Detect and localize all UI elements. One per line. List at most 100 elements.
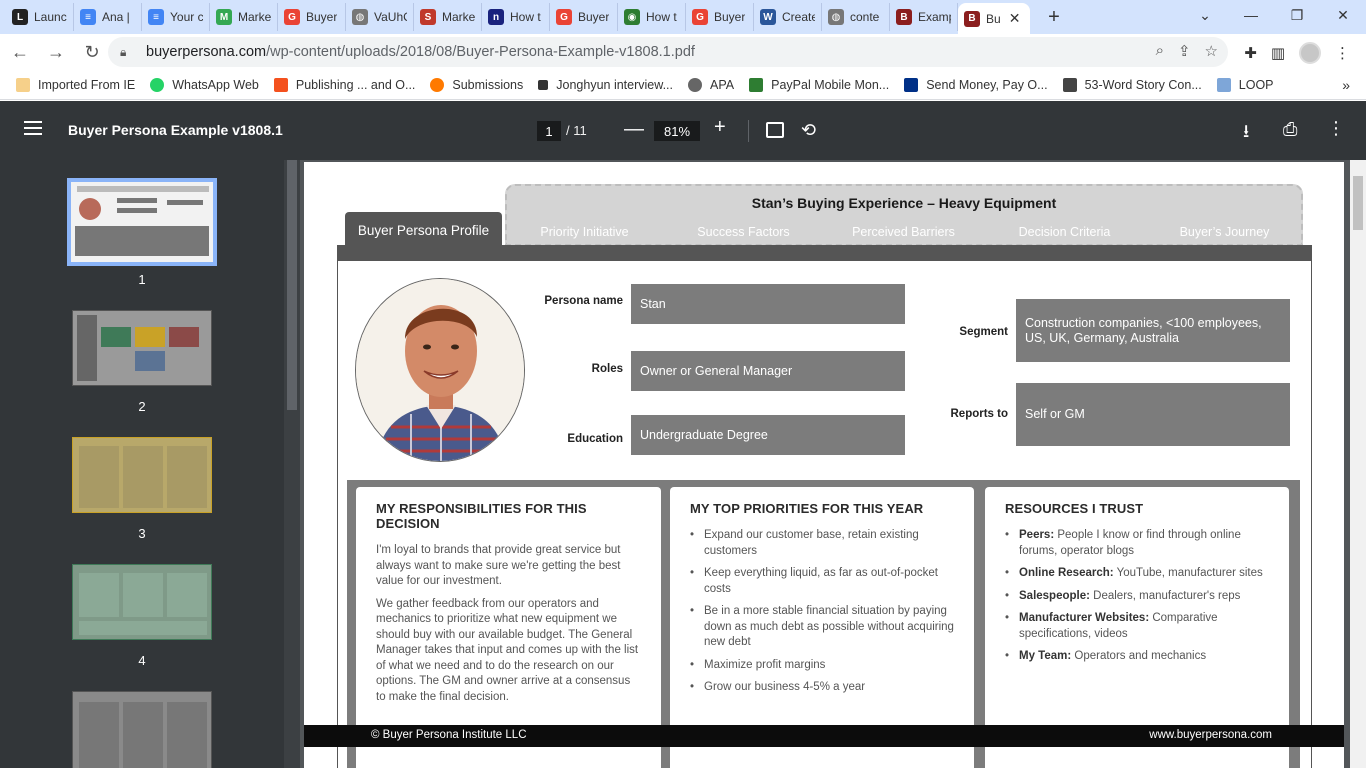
rotate-icon[interactable]: ⟲ — [801, 120, 816, 141]
bookmark-item[interactable]: 53-Word Story Con... — [1062, 77, 1202, 92]
share-icon[interactable]: ⇪ — [1178, 42, 1191, 60]
new-tab-button[interactable]: + — [1040, 3, 1068, 31]
profile-avatar[interactable] — [1299, 42, 1321, 64]
persona-portrait-illustration — [356, 279, 524, 461]
pdf-page: Stan’s Buying Experience – Heavy Equipme… — [304, 162, 1344, 768]
bookmark-item[interactable]: Submissions — [430, 77, 523, 92]
responsibilities-paragraph: I'm loyal to brands that provide great s… — [376, 544, 621, 587]
thumb-block — [135, 351, 165, 371]
zoom-icon[interactable]: ⌕ — [1156, 42, 1164, 60]
bookmark-item[interactable]: Publishing ... and O... — [273, 77, 415, 92]
resources-list: Peers: People I know or find through onl… — [1005, 528, 1269, 665]
page-number-input[interactable]: 1 — [537, 121, 561, 141]
browser-toolbar: ← → ↻ 🔒︎ buyerpersona.com/wp-content/upl… — [0, 34, 1366, 70]
extensions-puzzle-icon[interactable]: ✚ — [1244, 44, 1257, 62]
lock-icon[interactable]: 🔒︎ — [120, 45, 134, 60]
sidebar-scrollbar[interactable] — [284, 160, 300, 768]
page-thumbnail[interactable] — [72, 437, 212, 513]
forward-icon[interactable]: → — [40, 36, 72, 68]
document-scroll-thumb[interactable] — [1353, 176, 1363, 230]
google-favicon-icon: G — [284, 9, 300, 25]
thumb-block — [169, 327, 199, 347]
thumb-field — [167, 200, 203, 205]
zoom-in-button[interactable]: + — [714, 116, 726, 139]
bookmarks-overflow-icon[interactable]: » — [1342, 77, 1350, 93]
footer-copyright: © Buyer Persona Institute LLC — [371, 729, 527, 741]
thumb-block — [101, 327, 131, 347]
browser-tab[interactable]: ≡ Ana | — [74, 3, 142, 31]
close-tab-icon[interactable]: ✕ — [1009, 10, 1021, 27]
bookmark-star-icon[interactable]: ☆ — [1205, 42, 1218, 60]
tab-favicon-icon: M — [216, 9, 232, 25]
print-icon[interactable]: ⎙ — [1283, 119, 1297, 140]
dots-icon — [538, 79, 549, 90]
browser-tab[interactable]: n How t — [482, 3, 550, 31]
browser-tab[interactable]: G Buyer — [686, 3, 754, 31]
browser-tab[interactable]: M Marke — [210, 3, 278, 31]
bookmark-item[interactable]: PayPal Mobile Mon... — [749, 77, 889, 92]
page-thumbnail[interactable] — [72, 564, 212, 640]
thumb-sidebar — [77, 315, 97, 381]
sidebar-scroll-thumb[interactable] — [287, 160, 297, 410]
url-path: /wp-content/uploads/2018/08/Buyer-Person… — [266, 44, 695, 60]
thumb-photo — [79, 198, 101, 220]
word-favicon-icon: W — [760, 9, 776, 25]
reload-icon[interactable]: ↻ — [76, 36, 108, 68]
browser-tab[interactable]: G Buyer — [550, 3, 618, 31]
page-thumbnail[interactable] — [72, 691, 212, 768]
side-panel-icon[interactable]: ▥ — [1271, 44, 1285, 62]
docs-favicon-icon: ≡ — [148, 9, 164, 25]
page-thumbnail[interactable] — [72, 310, 212, 386]
document-scrollbar[interactable] — [1350, 160, 1366, 768]
tab-search-icon[interactable]: ⌄ — [1182, 0, 1228, 30]
zoom-level-input[interactable]: 81% — [654, 121, 700, 141]
hamburger-menu-icon[interactable] — [24, 121, 42, 135]
browser-tab[interactable]: W Create — [754, 3, 822, 31]
t-icon — [749, 77, 764, 92]
thumb-header — [77, 186, 209, 192]
address-bar[interactable]: 🔒︎ buyerpersona.com/wp-content/uploads/2… — [108, 37, 1228, 67]
download-icon[interactable]: ⭳ — [1243, 119, 1249, 149]
thumb-column — [123, 702, 163, 768]
close-window-icon[interactable]: ✕ — [1320, 0, 1366, 30]
list-item: Salespeople: Dealers, manufacturer's rep… — [1005, 589, 1269, 605]
bookmarks-bar: Imported From IE WhatsApp Web Publishing… — [0, 70, 1366, 100]
toolbar-divider — [748, 120, 749, 142]
thumb-column — [167, 446, 207, 508]
bookmark-item[interactable]: LOOP — [1216, 77, 1274, 92]
back-icon[interactable]: ← — [4, 36, 36, 68]
google-favicon-icon: G — [556, 9, 572, 25]
bookmark-item[interactable]: Send Money, Pay O... — [904, 77, 1048, 92]
browser-tab[interactable]: ≡ Your c — [142, 3, 210, 31]
bookmark-item[interactable]: WhatsApp Web — [150, 77, 259, 92]
responsibilities-paragraph: We gather feedback from our operators an… — [376, 597, 639, 703]
browser-tab[interactable]: ◍VaUhC — [346, 3, 414, 31]
browser-tab[interactable]: ◍ conte — [822, 3, 890, 31]
browser-menu-icon[interactable]: ⋮ — [1335, 44, 1350, 62]
bookmark-item[interactable]: Jonghyun interview... — [538, 78, 673, 92]
globe-favicon-icon: ◍ — [352, 9, 368, 25]
fit-to-page-icon[interactable] — [766, 122, 784, 138]
browser-tab[interactable]: ◉ How t — [618, 3, 686, 31]
bookmark-item[interactable]: Imported From IE — [16, 77, 135, 92]
bookmark-item[interactable]: APA — [688, 77, 734, 92]
zoom-out-button[interactable]: — — [624, 118, 644, 141]
pdf-document-area: Stan’s Buying Experience – Heavy Equipme… — [300, 160, 1366, 768]
tab-priority-initiative: Priority Initiative — [540, 225, 629, 239]
browser-tab-active[interactable]: B Bu ✕ — [958, 3, 1030, 34]
persona-name-value: Stan — [631, 284, 905, 324]
browser-tab[interactable]: G Buyer — [278, 3, 346, 31]
more-actions-icon[interactable]: ⋮ — [1327, 118, 1345, 139]
maximize-icon[interactable]: ❐ — [1274, 0, 1320, 30]
whatsapp-icon — [150, 77, 165, 92]
browser-tab[interactable]: L Launc — [6, 3, 74, 31]
page-thumbnail[interactable] — [67, 178, 217, 266]
browser-tab[interactable]: BExamp — [890, 3, 958, 31]
browser-tab[interactable]: S Marke — [414, 3, 482, 31]
minimize-icon[interactable]: — — [1228, 0, 1274, 30]
footer-website: www.buyerpersona.com — [1149, 729, 1272, 741]
segment-value: Construction companies, <100 employees, … — [1016, 299, 1290, 362]
thumb-column — [79, 702, 119, 768]
pdf-toolbar: Buyer Persona Example v1808.1 1 / 11 — 8… — [0, 101, 1366, 160]
globe-favicon-icon: ◍ — [828, 9, 844, 25]
